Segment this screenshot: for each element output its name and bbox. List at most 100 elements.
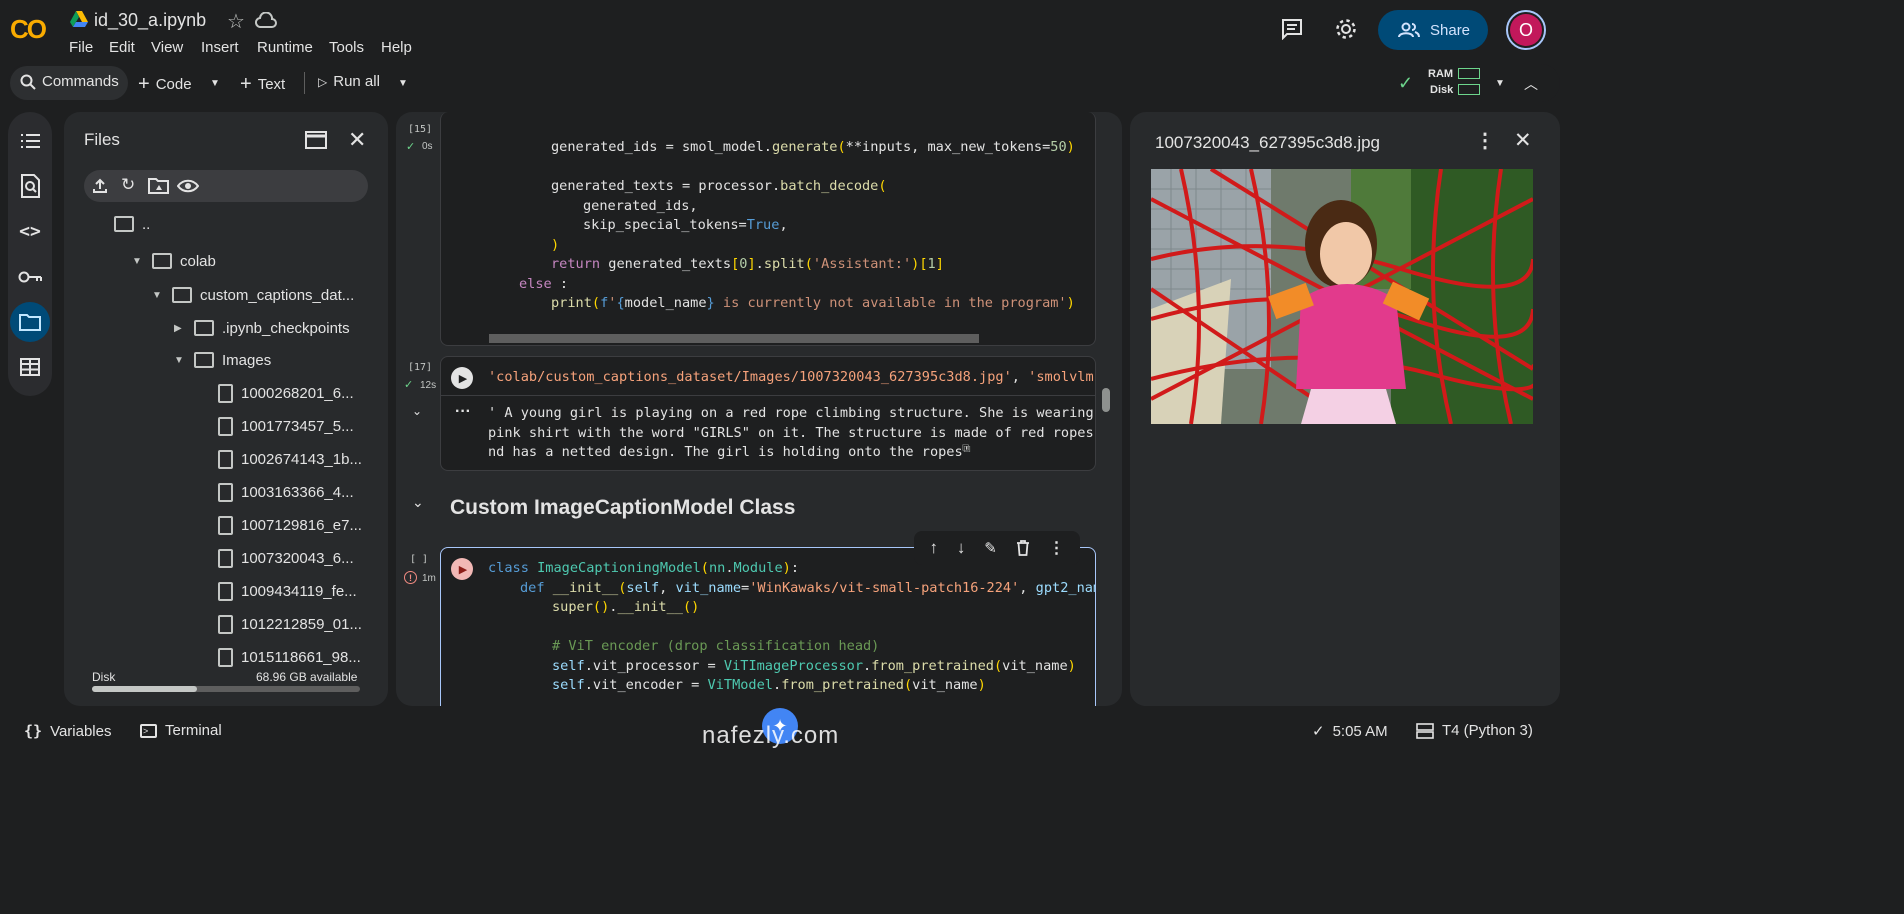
toc-icon[interactable] [14, 125, 46, 157]
window-icon[interactable] [305, 131, 327, 149]
code-line: generated_texts = processor.batch_decode… [551, 178, 887, 194]
comment-icon[interactable] [1281, 18, 1303, 40]
horizontal-scrollbar[interactable] [489, 334, 979, 343]
caret-down-icon[interactable]: ▼ [174, 355, 186, 366]
folder-icon [172, 287, 192, 303]
commands[interactable]: Commands [20, 73, 119, 90]
avatar-initial: O [1510, 14, 1542, 46]
tree-label: custom_captions_dat... [200, 286, 355, 304]
arrow-up-icon[interactable]: ↑ [929, 538, 938, 558]
tree-item-file[interactable]: 1009434119_fe... [218, 580, 357, 602]
tree-label: 1007129816_e7... [241, 516, 362, 534]
caret-down-icon[interactable]: ▼ [152, 290, 164, 301]
tree-item-file[interactable]: 1003163366_4... [218, 481, 354, 503]
exec-count: [ ] [410, 554, 429, 565]
more-vert-icon[interactable]: ⋮ [1475, 128, 1495, 153]
more-icon[interactable]: ··· [455, 403, 471, 421]
folder-icon [194, 352, 214, 368]
close-icon[interactable]: ✕ [1514, 128, 1532, 153]
menu-file[interactable]: File [69, 39, 93, 56]
refresh-icon[interactable]: ↻ [121, 175, 135, 195]
tree-item-file[interactable]: 1015118661_98... [218, 646, 361, 668]
menu-help[interactable]: Help [381, 39, 412, 56]
tree-item-file[interactable]: 1000268201_6... [218, 382, 354, 404]
terminal-button[interactable]: > Terminal [140, 722, 222, 739]
menu-edit[interactable]: Edit [109, 39, 135, 56]
drive-icon [70, 11, 88, 27]
caret-down-icon[interactable]: ▼ [132, 256, 144, 267]
table-icon[interactable] [14, 351, 46, 383]
folder-icon [114, 216, 134, 232]
exec-time: 0s [422, 141, 433, 152]
file-icon [218, 548, 233, 568]
share-button[interactable]: Share [1378, 10, 1488, 50]
chevron-down-icon[interactable]: ⌄ [412, 404, 422, 418]
tree-item-file[interactable]: 1002674143_1b... [218, 448, 362, 470]
tree-label: .ipynb_checkpoints [222, 319, 350, 337]
divider [441, 395, 1095, 396]
eye-icon[interactable] [177, 179, 199, 193]
chevron-down-icon[interactable]: ▼ [210, 78, 220, 89]
chevron-down-icon[interactable]: ▼ [1495, 78, 1505, 89]
add-code-button[interactable]: + Code [138, 73, 192, 96]
tree-item-colab[interactable]: ▼ colab [132, 250, 216, 272]
key-icon[interactable] [14, 261, 46, 293]
tree-item-file[interactable]: 1007129816_e7... [218, 514, 362, 536]
star-icon[interactable]: ☆ [227, 9, 245, 34]
code-cell-17[interactable]: ▶ 'colab/custom_captions_dataset/Images/… [440, 356, 1096, 471]
trash-icon[interactable] [1016, 540, 1030, 556]
edit-icon[interactable]: ✎ [984, 539, 997, 557]
caret-right-icon[interactable]: ▶ [174, 323, 186, 334]
copy-icon[interactable]: ⧉ [962, 441, 971, 456]
more-vert-icon[interactable]: ⋮ [1049, 538, 1065, 558]
vertical-scrollbar[interactable] [1102, 388, 1110, 412]
tree-label: 1009434119_fe... [241, 582, 357, 600]
upload-icon[interactable] [92, 178, 108, 194]
gear-icon[interactable] [1335, 18, 1357, 40]
menu-insert[interactable]: Insert [201, 39, 239, 56]
tree-item-parent[interactable]: .. [114, 213, 150, 235]
arrow-down-icon[interactable]: ↓ [957, 538, 966, 558]
collapse-icon[interactable]: ︿ [1524, 74, 1538, 94]
close-icon[interactable]: ✕ [348, 127, 366, 153]
server-icon [1416, 722, 1434, 739]
mount-drive-icon[interactable] [148, 178, 170, 194]
variables-button[interactable]: {} Variables [24, 722, 111, 740]
notebook-title[interactable]: id_30_a.ipynb [94, 10, 206, 31]
add-text-button[interactable]: + Text [240, 73, 285, 96]
code-cell-new[interactable]: ▶ class ImageCaptioningModel(nn.Module):… [440, 547, 1096, 706]
tree-item-images[interactable]: ▼ Images [174, 349, 271, 371]
ram-meter[interactable] [1458, 68, 1480, 79]
exec-count: [17] [408, 362, 433, 373]
menu-runtime[interactable]: Runtime [257, 39, 313, 56]
last-saved[interactable]: ✓ 5:05 AM [1312, 722, 1388, 741]
tree-item-checkpoints[interactable]: ▶ .ipynb_checkpoints [174, 317, 350, 339]
tree-item-custom-captions[interactable]: ▼ custom_captions_dat... [152, 284, 354, 306]
tree-item-file[interactable]: 1001773457_5... [218, 415, 354, 437]
status-time: 5:05 AM [1332, 722, 1388, 740]
runtime-status[interactable]: T4 (Python 3) [1416, 722, 1533, 739]
run-all-button[interactable]: ▷ Run all [318, 73, 380, 90]
tree-item-file[interactable]: 1007320043_6... [218, 547, 354, 569]
tree-label: colab [180, 252, 216, 270]
menu-tools[interactable]: Tools [329, 39, 364, 56]
tree-item-file[interactable]: 1012212859_01... [218, 613, 362, 635]
plus-icon: + [240, 73, 252, 95]
code-snippets-icon[interactable]: <> [14, 215, 46, 247]
disk-label: Disk [92, 670, 116, 684]
colab-logo[interactable]: CO [10, 14, 54, 44]
code-cell-15[interactable]: generated_ids = smol_model.generate(**in… [440, 112, 1096, 346]
chevron-down-icon[interactable]: ▼ [398, 78, 408, 89]
run-cell-button[interactable]: ▶ [451, 367, 473, 389]
code-line: class ImageCaptioningModel(nn.Module): [488, 560, 800, 576]
chevron-down-icon[interactable]: ⌄ [412, 494, 424, 511]
menu-view[interactable]: View [151, 39, 183, 56]
folder-icon[interactable] [14, 306, 46, 338]
disk-meter[interactable] [1458, 84, 1480, 95]
cloud-icon[interactable] [255, 12, 277, 28]
run-cell-button[interactable]: ▶ [451, 558, 473, 580]
avatar[interactable]: O [1506, 10, 1546, 50]
code-line: generated_ids = smol_model.generate(**in… [551, 139, 1075, 155]
cell-output: ' A young girl is playing on a red rope … [488, 405, 1094, 460]
find-icon[interactable] [14, 170, 46, 202]
